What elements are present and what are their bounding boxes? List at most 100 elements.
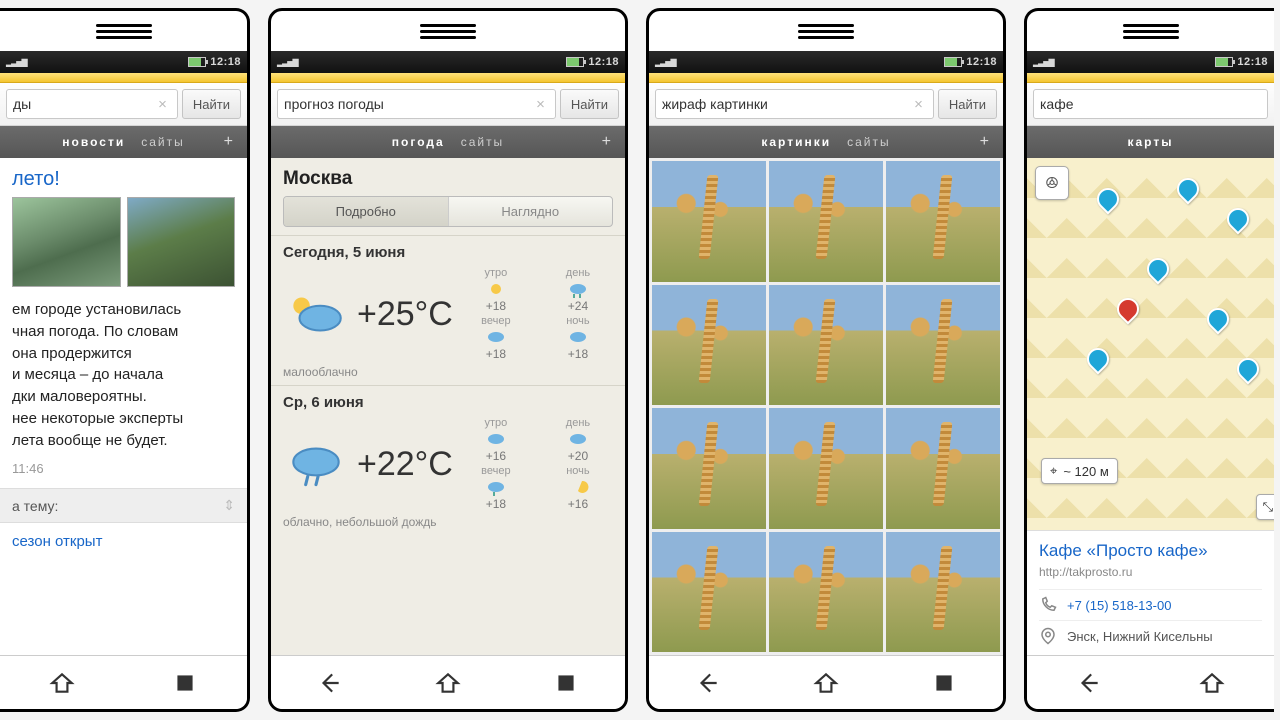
back-icon[interactable] <box>1067 665 1111 701</box>
home-icon[interactable] <box>1190 665 1234 701</box>
result-tabs: новости сайты + <box>0 126 247 158</box>
brand-bar <box>649 73 1003 83</box>
map-pin[interactable] <box>1172 173 1203 204</box>
status-clock: 12:18 <box>1237 56 1268 68</box>
image-thumb[interactable] <box>886 285 1000 406</box>
recent-icon[interactable] <box>922 665 966 701</box>
directions-button[interactable]: ⤡ <box>1256 494 1274 520</box>
phone-news: 12:18 ды × Найти новости сайты + лето! е… <box>0 8 250 712</box>
clear-icon[interactable]: × <box>910 96 927 113</box>
search-row: жираф картинки × Найти <box>649 83 1003 126</box>
map-canvas[interactable]: ꔮ ⌖ ~ 120 м ⤡ <box>1027 158 1274 530</box>
poi-title[interactable]: Кафе «Просто кафе» <box>1039 541 1262 561</box>
image-thumb[interactable] <box>769 408 883 529</box>
expand-icon[interactable]: ⇕ <box>223 497 235 514</box>
search-row: ды × Найти <box>0 83 247 126</box>
search-query: прогноз погоды <box>284 96 532 112</box>
search-input[interactable]: прогноз погоды × <box>277 89 556 119</box>
poi-url[interactable]: http://takprosto.ru <box>1039 565 1262 579</box>
target-icon: ⌖ <box>1050 463 1057 479</box>
back-icon[interactable] <box>686 665 730 701</box>
map-pin-selected[interactable] <box>1112 293 1143 324</box>
recent-icon[interactable] <box>544 665 588 701</box>
brand-bar <box>271 73 625 83</box>
image-thumb[interactable] <box>769 161 883 282</box>
image-thumb[interactable] <box>652 408 766 529</box>
tab-maps[interactable]: карты <box>1128 135 1174 149</box>
status-clock: 12:18 <box>210 56 241 68</box>
route-button[interactable]: ꔮ <box>1035 166 1069 200</box>
directions-icon: ⤡ <box>1263 499 1273 515</box>
tab-sites[interactable]: сайты <box>141 135 185 149</box>
map-pin[interactable] <box>1082 343 1113 374</box>
poi-phone-row[interactable]: +7 (15) 518-13-00 <box>1039 589 1262 620</box>
search-query: жираф картинки <box>662 96 910 112</box>
search-input[interactable]: ды × <box>6 89 178 119</box>
signal-icon <box>277 56 298 68</box>
search-input[interactable]: жираф картинки × <box>655 89 934 119</box>
tab-weather[interactable]: погода <box>392 135 445 149</box>
back-icon[interactable] <box>308 665 352 701</box>
map-pin[interactable] <box>1232 353 1263 384</box>
tab-images[interactable]: картинки <box>761 135 831 149</box>
signal-icon <box>6 56 27 68</box>
clear-icon[interactable]: × <box>532 96 549 113</box>
android-nav <box>1027 655 1274 709</box>
home-icon[interactable] <box>40 665 84 701</box>
android-status-bar: 12:18 <box>0 51 247 73</box>
android-status-bar: 12:18 <box>1027 51 1274 73</box>
phone-speaker <box>649 11 1003 51</box>
search-button[interactable]: Найти <box>938 89 997 119</box>
search-row: кафе <box>1027 83 1274 126</box>
tab-add-icon[interactable]: + <box>224 133 235 151</box>
home-icon[interactable] <box>804 665 848 701</box>
android-nav <box>649 655 1003 709</box>
phone-weather: 12:18 прогноз погоды × Найти погода сайт… <box>268 8 628 712</box>
android-status-bar: 12:18 <box>271 51 625 73</box>
phone-speaker <box>0 11 247 51</box>
poi-address-row[interactable]: Энск, Нижний Кисельны <box>1039 620 1262 651</box>
map-pin[interactable] <box>1222 203 1253 234</box>
android-status-bar: 12:18 <box>649 51 1003 73</box>
tab-sites[interactable]: сайты <box>847 135 891 149</box>
tab-news[interactable]: новости <box>62 135 125 149</box>
tab-sites[interactable]: сайты <box>461 135 505 149</box>
recent-icon[interactable] <box>163 665 207 701</box>
search-input[interactable]: кафе <box>1033 89 1268 119</box>
seg-visual[interactable]: Наглядно <box>448 197 613 226</box>
phone-icon <box>1039 596 1057 614</box>
image-thumb[interactable] <box>652 285 766 406</box>
seg-detail[interactable]: Подробно <box>284 197 448 226</box>
news-thumb[interactable] <box>12 197 121 287</box>
image-thumb[interactable] <box>652 532 766 653</box>
search-button[interactable]: Найти <box>560 89 619 119</box>
weather-content: Москва Подробно Наглядно Сегодня, 5 июня… <box>271 158 625 655</box>
android-nav <box>0 655 247 709</box>
battery-icon <box>944 57 962 67</box>
image-thumb[interactable] <box>886 408 1000 529</box>
image-thumb[interactable] <box>769 532 883 653</box>
home-icon[interactable] <box>426 665 470 701</box>
map-pin[interactable] <box>1142 253 1173 284</box>
view-segmented: Подробно Наглядно <box>283 196 613 227</box>
map-content: ꔮ ⌖ ~ 120 м ⤡ Кафе «Просто кафе» http://… <box>1027 158 1274 655</box>
map-pin[interactable] <box>1202 303 1233 334</box>
image-thumb[interactable] <box>652 161 766 282</box>
weather-date: Ср, 6 июня <box>283 394 613 411</box>
clear-icon[interactable]: × <box>154 96 171 113</box>
image-grid <box>649 158 1003 655</box>
tab-add-icon[interactable]: + <box>602 133 613 151</box>
brand-bar <box>0 73 247 83</box>
weather-desc: малооблачно <box>283 365 613 379</box>
weather-day: Ср, 6 июня +22°C утро+16 день+20 вечер+1… <box>271 385 625 535</box>
search-row: прогноз погоды × Найти <box>271 83 625 126</box>
news-thumb[interactable] <box>127 197 236 287</box>
image-thumb[interactable] <box>769 285 883 406</box>
map-pin[interactable] <box>1092 183 1123 214</box>
tab-add-icon[interactable]: + <box>980 133 991 151</box>
image-thumb[interactable] <box>886 161 1000 282</box>
image-thumb[interactable] <box>886 532 1000 653</box>
related-link[interactable]: сезон открыт <box>0 523 247 560</box>
news-headline[interactable]: лето! <box>0 158 247 197</box>
search-button[interactable]: Найти <box>182 89 241 119</box>
